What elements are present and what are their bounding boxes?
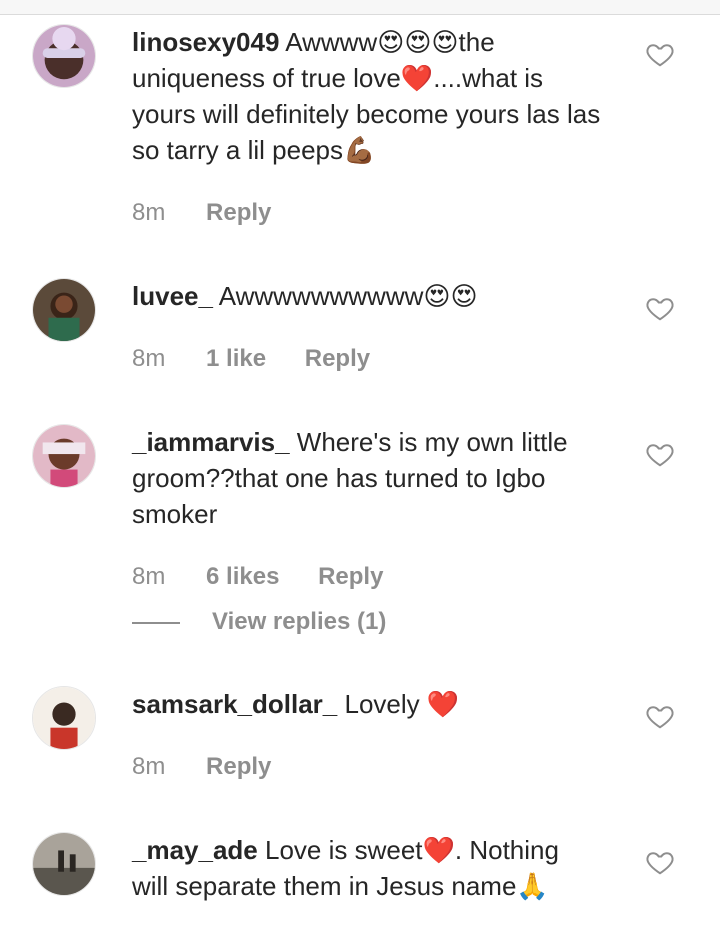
comment-username[interactable]: samsark_dollar_ bbox=[132, 689, 337, 719]
top-divider bbox=[0, 0, 720, 15]
reply-button[interactable]: Reply bbox=[206, 753, 271, 781]
comment-username[interactable]: linosexy049 bbox=[132, 27, 279, 57]
comment-text: samsark_dollar_ Lovely ❤️ bbox=[132, 686, 602, 722]
comment-username[interactable]: _may_ade bbox=[132, 835, 258, 865]
comment-time: 8m bbox=[132, 344, 166, 372]
comment-meta: 8m 6 likes Reply bbox=[132, 562, 383, 591]
comment-username[interactable]: _iammarvis_ bbox=[132, 427, 290, 457]
reply-button[interactable]: Reply bbox=[305, 345, 370, 373]
comment-meta: 8m 1 like Reply bbox=[132, 344, 370, 373]
comment-meta: 8m Reply bbox=[132, 752, 271, 781]
like-count[interactable]: 6 likes bbox=[206, 563, 279, 591]
comment-text: luvee_ Awwwwwwwwww😍😍 bbox=[132, 278, 602, 314]
reply-button[interactable]: Reply bbox=[318, 563, 383, 591]
comment-time: 8m bbox=[132, 752, 166, 780]
comment-body: Lovely ❤️ bbox=[344, 689, 460, 719]
comment-time: 8m bbox=[132, 562, 166, 590]
avatar[interactable] bbox=[32, 24, 96, 88]
comment-body: Awwwwwwwwww😍😍 bbox=[218, 281, 478, 311]
avatar[interactable] bbox=[32, 686, 96, 750]
avatar[interactable] bbox=[32, 424, 96, 488]
heart-outline-icon[interactable] bbox=[645, 847, 675, 877]
heart-outline-icon[interactable] bbox=[645, 439, 675, 469]
view-replies-button[interactable]: View replies (1) bbox=[132, 608, 386, 636]
avatar[interactable] bbox=[32, 278, 96, 342]
reply-button[interactable]: Reply bbox=[206, 199, 271, 227]
avatar[interactable] bbox=[32, 832, 96, 896]
heart-outline-icon[interactable] bbox=[645, 701, 675, 731]
comment-text: linosexy049 Awwww😍😍😍the uniqueness of tr… bbox=[132, 24, 602, 168]
heart-outline-icon[interactable] bbox=[645, 293, 675, 323]
comment-meta: 8m Reply bbox=[132, 198, 271, 227]
like-count[interactable]: 1 like bbox=[206, 345, 266, 373]
comment-time: 8m bbox=[132, 198, 166, 226]
comment-username[interactable]: luvee_ bbox=[132, 281, 213, 311]
comment-text: _iammarvis_ Where's is my own little gro… bbox=[132, 424, 602, 532]
replies-divider-line bbox=[132, 621, 180, 624]
view-replies-label[interactable]: View replies (1) bbox=[212, 608, 386, 635]
comment-text: _may_ade Love is sweet❤️. Nothing will s… bbox=[132, 832, 602, 904]
heart-outline-icon[interactable] bbox=[645, 39, 675, 69]
